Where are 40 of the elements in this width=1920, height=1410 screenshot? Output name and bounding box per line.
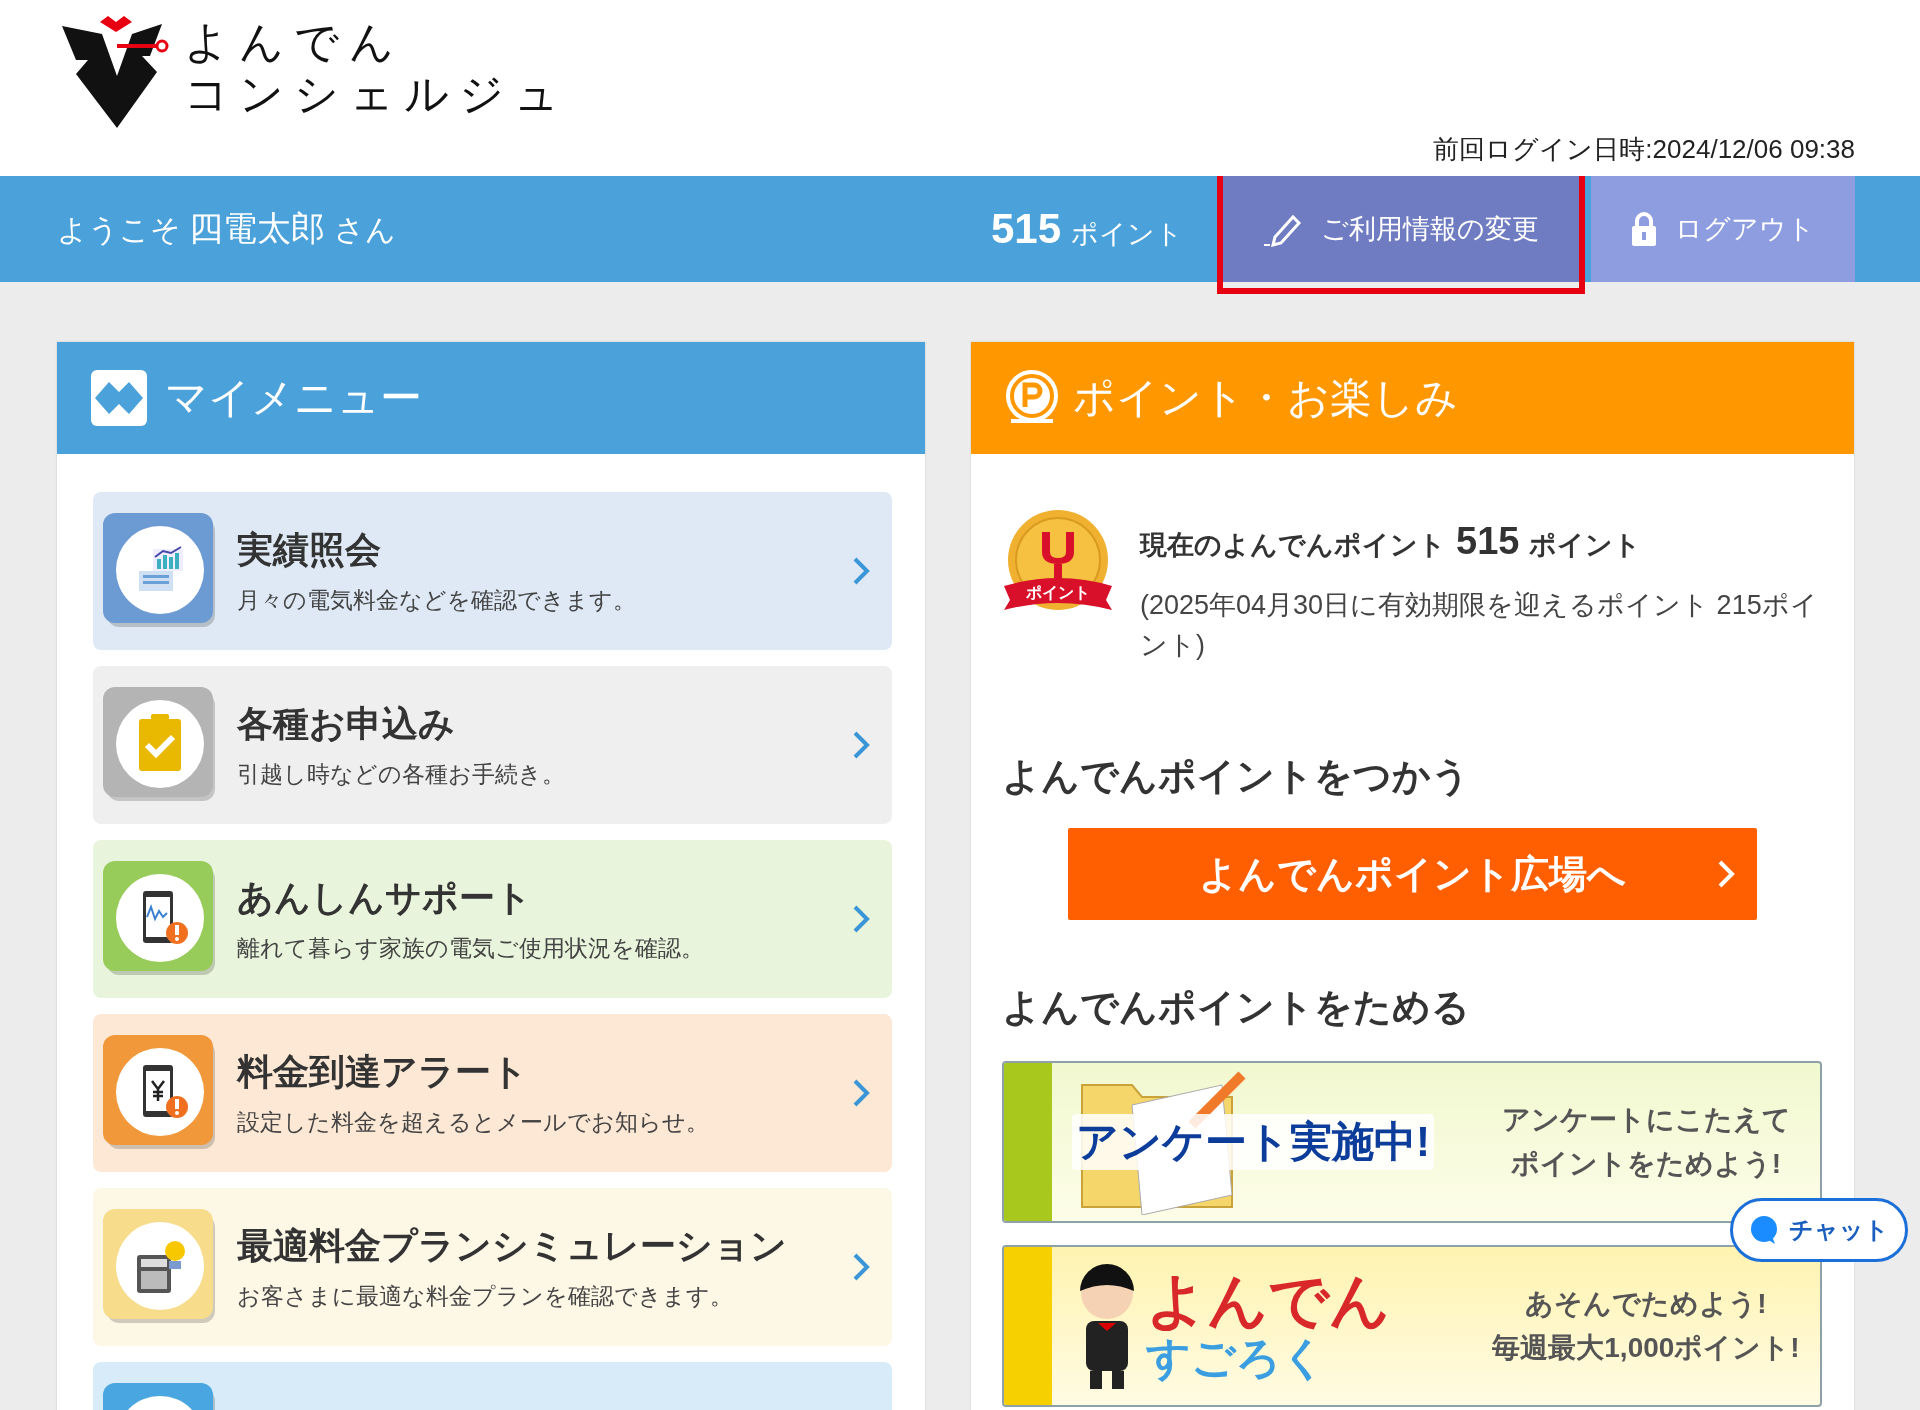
menu-item[interactable]: 各種お申込み 引越し時などの各種お手続き。 (93, 666, 892, 824)
menu-item-description: お客さまに最適な料金プランを確認できます。 (237, 1282, 734, 1311)
menu-item[interactable]: あんしんサポート 離れて暮らす家族の電気ご使用状況を確認。 (93, 840, 892, 998)
banner-text: あそんでためよう! (1525, 1287, 1767, 1321)
medal-label: ポイント (1025, 584, 1091, 602)
expiry-note: (2025年04月30日に有効期限を迎えるポイント 215ポイント) (1140, 589, 1819, 662)
current-points-unit: ポイント (1529, 529, 1642, 562)
menu-item-description: 月々の電気料金などを確認できます。 (237, 586, 637, 615)
logo-text: コンシェルジュ (184, 68, 569, 120)
promo-banner[interactable]: よんでん すごろく あそんでためよう! 毎週最大1,000ポイント! (1002, 1245, 1822, 1407)
section-heading: よんでんポイントをつかう (1002, 754, 1471, 799)
last-login-text: 前回ログイン日時:2024/12/06 09:38 (1433, 133, 1855, 166)
banner-headline: よんでん (1146, 1269, 1390, 1333)
menu-item-title: 最適料金プランシミュレーション (237, 1224, 788, 1268)
banner-text: ポイントをためよう! (1510, 1147, 1782, 1181)
menu-item-title: 料金到達アラート (237, 1050, 529, 1094)
menu-item-description: 設定した料金を超えるとメールでお知らせ。 (237, 1108, 710, 1137)
panel-title: ポイント・お楽しみ (1073, 373, 1458, 423)
points-value: 515 (990, 205, 1061, 253)
current-points-value: 515 (1456, 520, 1520, 563)
banner-subheadline: すごろく (1146, 1333, 1327, 1383)
banner-text: 毎週最大1,000ポイント! (1492, 1331, 1800, 1365)
welcome-text: ようこそ 四電太郎 さん (57, 208, 396, 249)
menu-item[interactable]: 実績照会 月々の電気料金などを確認できます。 (93, 492, 892, 650)
current-points-label: 現在のよんでんポイント (1140, 529, 1446, 562)
points-unit: ポイント (1071, 218, 1183, 251)
menu-item[interactable]: 料金到達アラート 設定した料金を超えるとメールでお知らせ。 (93, 1014, 892, 1172)
edit-info-button[interactable]: ご利用情報の変更 (1223, 176, 1579, 282)
menu-item-title: あんしんサポート (237, 876, 533, 920)
section-heading: よんでんポイントをためる (1002, 985, 1471, 1030)
logo-text: よんでん (184, 16, 405, 68)
banner-text: アンケートにこたえて (1501, 1103, 1791, 1137)
chat-button[interactable]: チャット (1730, 1198, 1908, 1262)
panel-title: マイメニュー (165, 373, 422, 423)
menu-item-description: 引越し時などの各種お手続き。 (237, 760, 566, 789)
banner-headline: アンケート実施中! (1072, 1114, 1434, 1170)
menu-item-title: 各種お申込み (237, 702, 456, 746)
menu-item-title: 実績照会 (237, 528, 382, 572)
menu-item-description: 離れて暮らす家族の電気ご使用状況を確認。 (237, 934, 705, 963)
menu-item[interactable]: 最適料金プランシミュレーション お客さまに最適な料金プランを確認できます。 (93, 1188, 892, 1346)
